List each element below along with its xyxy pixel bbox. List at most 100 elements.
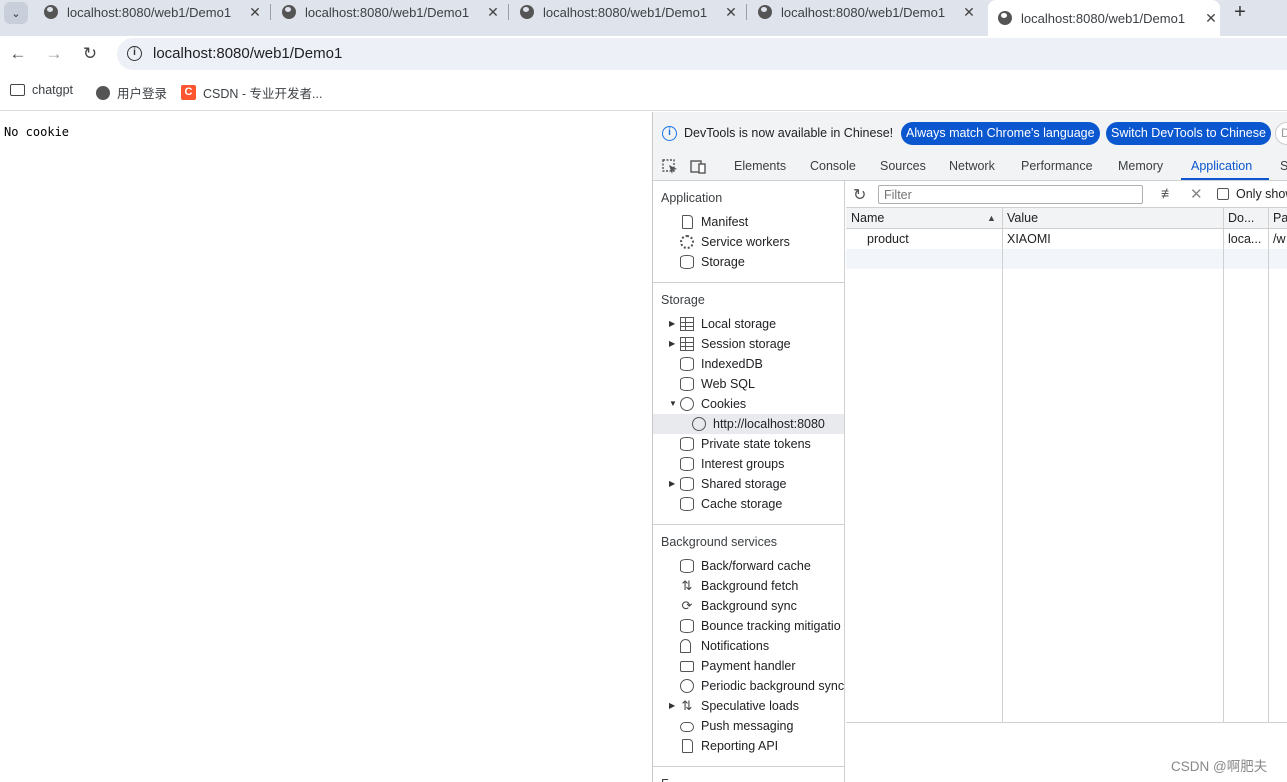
infobar-message: DevTools is now available in Chinese! (684, 126, 894, 140)
expand-triangle-icon[interactable]: ▶ (669, 479, 675, 488)
bell-icon (680, 639, 691, 653)
tab-search-button[interactable]: ⌄ (4, 2, 28, 24)
dont-show-again-button[interactable]: D (1275, 122, 1287, 145)
sidebar-item-service-workers[interactable]: Service workers (653, 232, 844, 252)
globe-icon (96, 85, 110, 100)
expand-triangle-icon[interactable]: ▶ (669, 701, 675, 710)
tab-memory[interactable]: Memory (1118, 159, 1163, 173)
collapse-triangle-icon[interactable]: ▼ (669, 399, 677, 408)
sidebar-item-label: Interest groups (701, 457, 785, 471)
bookmark-chatgpt[interactable]: chatgpt (10, 83, 73, 97)
column-header-domain[interactable]: Do... (1228, 211, 1254, 225)
sidebar-item-periodic-background-sync[interactable]: Periodic background sync (653, 676, 844, 696)
tab-strip: ⌄ localhost:8080/web1/Demo1 ✕ localhost:… (0, 0, 1287, 36)
browser-tab-active[interactable]: localhost:8080/web1/Demo1 ✕ (988, 0, 1220, 36)
sidebar-item-label: Payment handler (701, 659, 796, 673)
expand-triangle-icon[interactable]: ▶ (669, 339, 675, 348)
only-show-checkbox[interactable]: Only show (1217, 187, 1287, 201)
sidebar-item-back-forward-cache[interactable]: Back/forward cache (653, 556, 844, 576)
sync-icon: ⟳ (681, 598, 693, 613)
switch-to-chinese-button[interactable]: Switch DevTools to Chinese (1106, 122, 1271, 145)
sidebar-item-label: Local storage (701, 317, 777, 331)
devtools-tab-bar: Elements Console Sources Network Perform… (653, 154, 1287, 181)
sidebar-item-background-fetch[interactable]: ⇅ Background fetch (653, 576, 844, 596)
browser-tab[interactable]: localhost:8080/web1/Demo1 ✕ (268, 0, 501, 24)
info-icon: i (662, 126, 677, 141)
column-header-value[interactable]: Value (1007, 211, 1038, 225)
sort-ascending-icon: ▲ (987, 213, 996, 223)
delete-selected-icon[interactable]: ✕ (1190, 185, 1203, 203)
close-icon[interactable]: ✕ (247, 4, 263, 21)
cookie-icon (692, 417, 706, 431)
browser-tab[interactable]: localhost:8080/web1/Demo1 ✕ (744, 0, 977, 24)
sidebar-item-speculative-loads[interactable]: ▶ ⇅ Speculative loads (653, 696, 844, 716)
reload-button[interactable]: ↻ (79, 43, 101, 65)
bookmark-label: chatgpt (32, 83, 74, 97)
browser-tab[interactable]: localhost:8080/web1/Demo1 ✕ (30, 0, 263, 24)
back-button[interactable]: ← (7, 43, 29, 65)
expand-triangle-icon[interactable]: ▶ (669, 319, 675, 328)
database-icon (680, 377, 694, 391)
cell-path: /w (1273, 232, 1286, 246)
filter-input[interactable] (878, 185, 1143, 204)
always-match-language-button[interactable]: Always match Chrome's language (901, 122, 1100, 145)
bookmarks-bar: chatgpt 用户登录 C CSDN - 专业开发者... (0, 72, 1287, 111)
clear-all-icon[interactable]: ≢ (1161, 185, 1175, 201)
tab-sources[interactable]: Sources (880, 159, 926, 173)
close-icon[interactable]: ✕ (961, 4, 977, 21)
sidebar-item-indexeddb[interactable]: IndexedDB (653, 354, 844, 374)
checkbox[interactable] (1217, 188, 1229, 200)
refresh-icon[interactable]: ↻ (853, 185, 866, 205)
page-content: No cookie (0, 112, 652, 782)
forward-button[interactable]: → (43, 43, 65, 65)
sidebar-item-reporting-api[interactable]: Reporting API (653, 736, 844, 756)
database-icon (680, 357, 694, 371)
sidebar-item-web-sql[interactable]: Web SQL (653, 374, 844, 394)
device-toolbar-icon[interactable] (690, 159, 706, 174)
sidebar-item-shared-storage[interactable]: ▶ Shared storage (653, 474, 844, 494)
sidebar-item-manifest[interactable]: Manifest (653, 212, 844, 232)
sidebar-item-label: Cache storage (701, 497, 783, 511)
sidebar-item-label: Storage (701, 255, 745, 269)
folder-icon (10, 84, 25, 96)
database-icon (680, 437, 694, 451)
sidebar-item-push-messaging[interactable]: Push messaging (653, 716, 844, 736)
tab-elements[interactable]: Elements (734, 159, 786, 173)
sidebar-item-notifications[interactable]: Notifications (653, 636, 844, 656)
watermark-text: CSDN @啊肥夫 (1171, 759, 1268, 774)
sidebar-item-cookies[interactable]: ▼ Cookies (653, 394, 844, 414)
column-header-path[interactable]: Pa (1273, 211, 1287, 225)
close-icon[interactable]: ✕ (1203, 10, 1219, 27)
sidebar-item-interest-groups[interactable]: Interest groups (653, 454, 844, 474)
sidebar-item-session-storage[interactable]: ▶ Session storage (653, 334, 844, 354)
sidebar-item-background-sync[interactable]: ⟳ Background sync (653, 596, 844, 616)
globe-icon (282, 5, 296, 19)
sidebar-item-local-storage[interactable]: ▶ Local storage (653, 314, 844, 334)
column-divider (1268, 208, 1269, 722)
up-down-arrows-icon: ⇅ (681, 578, 693, 593)
tab-performance[interactable]: Performance (1021, 159, 1093, 173)
bookmark-csdn[interactable]: C CSDN - 专业开发者... (181, 83, 322, 102)
tab-application[interactable]: Application (1191, 159, 1252, 173)
tab-console[interactable]: Console (810, 159, 856, 173)
sidebar-item-bounce-tracking[interactable]: Bounce tracking mitigatio (653, 616, 844, 636)
sidebar-item-private-state-tokens[interactable]: Private state tokens (653, 434, 844, 454)
column-header-name[interactable]: Name (851, 211, 884, 225)
site-info-icon[interactable]: i (127, 46, 142, 61)
tab-security[interactable]: S (1280, 159, 1287, 173)
divider (653, 282, 844, 283)
table-row[interactable]: product XIAOMI loca... /w (846, 229, 1287, 249)
close-icon[interactable]: ✕ (723, 4, 739, 21)
inspect-element-icon[interactable] (662, 159, 678, 174)
tab-network[interactable]: Network (949, 159, 995, 173)
new-tab-button[interactable]: + (1229, 1, 1251, 24)
sidebar-item-storage-overview[interactable]: Storage (653, 252, 844, 272)
browser-tab[interactable]: localhost:8080/web1/Demo1 ✕ (506, 0, 739, 24)
sidebar-item-payment-handler[interactable]: Payment handler (653, 656, 844, 676)
sidebar-item-cookie-origin[interactable]: http://localhost:8080 (653, 414, 844, 434)
sidebar-item-cache-storage[interactable]: Cache storage (653, 494, 844, 514)
table-row-empty[interactable] (846, 249, 1287, 269)
bookmark-user-login[interactable]: 用户登录 (96, 83, 167, 102)
address-bar[interactable]: i localhost:8080/web1/Demo1 (117, 38, 1287, 70)
close-icon[interactable]: ✕ (485, 4, 501, 21)
